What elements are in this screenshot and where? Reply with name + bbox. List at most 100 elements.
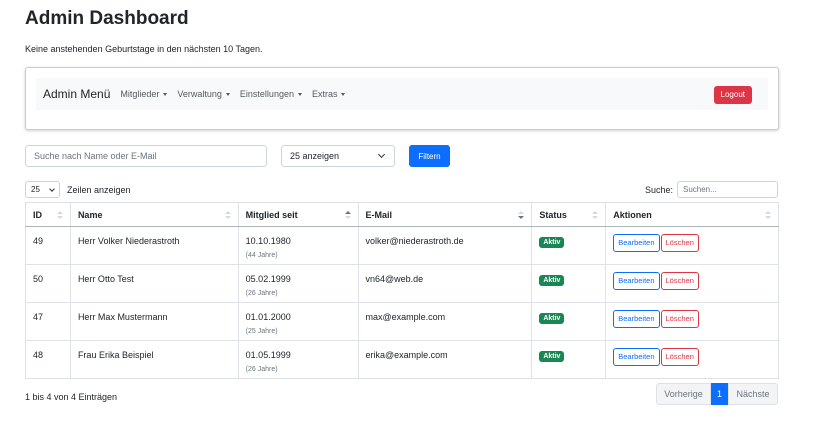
- cell-member-since: 10.10.1980 (44 Jahre): [238, 226, 359, 265]
- status-badge: Aktiv: [539, 351, 565, 362]
- column-header-actions[interactable]: Aktionen: [605, 202, 779, 227]
- cell-status: Aktiv: [531, 264, 607, 303]
- sort-descending-icon: [518, 211, 525, 220]
- table-length-value: 25: [31, 185, 40, 194]
- column-header-label: Name: [77, 209, 103, 220]
- delete-button[interactable]: Löschen: [660, 272, 699, 290]
- nav-dropdown-label: Mitglieder: [120, 89, 160, 99]
- birthday-notice: Keine anstehenden Geburtstage in den näc…: [25, 44, 263, 54]
- table-row: 50 Herr Otto Test 05.02.1999 (26 Jahre) v…: [25, 264, 779, 303]
- status-badge: Aktiv: [539, 313, 565, 324]
- cell-member-since: 01.01.2000 (25 Jahre): [238, 302, 359, 341]
- filter-button[interactable]: Filtern: [409, 145, 450, 167]
- pagination-next[interactable]: Nächste: [728, 383, 778, 405]
- cell-status: Aktiv: [531, 226, 607, 265]
- per-page-value: 25 anzeigen: [290, 151, 340, 161]
- cell-id: 48: [25, 340, 71, 379]
- page-title: Admin Dashboard: [25, 8, 189, 29]
- sort-icon: [224, 211, 231, 220]
- cell-id: 47: [25, 302, 71, 341]
- table-search-input[interactable]: [677, 181, 778, 198]
- cell-actions: Bearbeiten Löschen: [605, 226, 779, 265]
- chevron-down-icon: [377, 150, 386, 159]
- caret-down-icon: [297, 92, 302, 96]
- members-table: ID Name Mitglied seit E-Mail Status Akti…: [25, 202, 779, 379]
- cell-id: 49: [25, 226, 71, 265]
- table-row: 48 Frau Erika Beispiel 01.05.1999 (26 Jah…: [25, 340, 779, 379]
- status-badge: Aktiv: [539, 275, 565, 286]
- cell-name: Herr Otto Test: [70, 264, 239, 303]
- cell-actions: Bearbeiten Löschen: [605, 340, 779, 379]
- nav-dropdown-label: Extras: [311, 89, 338, 99]
- cell-actions: Bearbeiten Löschen: [605, 302, 779, 341]
- delete-button[interactable]: Löschen: [660, 310, 699, 328]
- table-header-row: ID Name Mitglied seit E-Mail Status Akti…: [25, 202, 779, 227]
- cell-name: Frau Erika Beispiel: [70, 340, 239, 379]
- cell-status: Aktiv: [531, 340, 607, 379]
- table-row: 49 Herr Volker Niederastroth 10.10.1980 (…: [25, 226, 779, 265]
- nav-dropdown-einstellungen[interactable]: Einstellungen: [240, 89, 302, 99]
- column-header-member-since[interactable]: Mitglied seit: [238, 202, 359, 227]
- column-header-label: Status: [539, 209, 567, 220]
- pagination-page-1[interactable]: 1: [711, 383, 728, 405]
- table-length-select[interactable]: 25: [25, 181, 60, 198]
- cell-email: max@example.com: [358, 302, 533, 341]
- nav-dropdown-label: Einstellungen: [239, 89, 294, 99]
- column-header-email[interactable]: E-Mail: [358, 202, 533, 227]
- status-badge: Aktiv: [539, 237, 565, 248]
- column-header-label: Mitglied seit: [245, 209, 298, 220]
- admin-navbar: Admin Menü Mitglieder Verwaltung Einstel…: [36, 78, 768, 110]
- edit-button[interactable]: Bearbeiten: [613, 234, 660, 252]
- sort-icon: [592, 211, 599, 220]
- table-length-control: 25 Zeilen anzeigen: [25, 181, 131, 198]
- per-page-select[interactable]: 25 anzeigen: [281, 145, 395, 167]
- cell-name: Herr Volker Niederastroth: [70, 226, 239, 265]
- caret-down-icon: [163, 92, 168, 96]
- caret-down-icon: [341, 92, 346, 96]
- pagination-previous[interactable]: Vorherige: [656, 383, 711, 405]
- edit-button[interactable]: Bearbeiten: [613, 310, 660, 328]
- cell-member-since: 05.02.1999 (26 Jahre): [238, 264, 359, 303]
- caret-down-icon: [225, 92, 230, 96]
- cell-status: Aktiv: [531, 302, 607, 341]
- nav-dropdown-extras[interactable]: Extras: [312, 89, 346, 99]
- table-length-label: Zeilen anzeigen: [67, 184, 131, 195]
- cell-email: volker@niederastroth.de: [358, 226, 533, 265]
- column-header-name[interactable]: Name: [70, 202, 239, 227]
- pagination: Vorherige 1 Nächste: [656, 383, 778, 405]
- column-header-id[interactable]: ID: [25, 202, 71, 227]
- nav-dropdown-verwaltung[interactable]: Verwaltung: [177, 89, 230, 99]
- table-search-label: Suche:: [644, 184, 673, 195]
- column-header-label: E-Mail: [365, 209, 393, 220]
- table-row: 47 Herr Max Mustermann 01.01.2000 (25 Jah…: [25, 302, 779, 341]
- delete-button[interactable]: Löschen: [660, 234, 699, 252]
- cell-name: Herr Max Mustermann: [70, 302, 239, 341]
- column-header-label: Aktionen: [613, 209, 652, 220]
- member-since-date: 01.05.1999: [245, 350, 291, 360]
- edit-button[interactable]: Bearbeiten: [613, 272, 660, 290]
- delete-button[interactable]: Löschen: [660, 348, 699, 366]
- table-search-control: Suche:: [645, 181, 778, 198]
- member-search-input[interactable]: [25, 145, 267, 167]
- sort-ascending-icon: [344, 211, 351, 220]
- sort-icon: [56, 211, 63, 220]
- cell-actions: Bearbeiten Löschen: [605, 264, 779, 303]
- member-since-date: 05.02.1999: [245, 274, 291, 284]
- member-years: (44 Jahre): [245, 252, 278, 259]
- table-info: 1 bis 4 von 4 Einträgen: [25, 392, 118, 402]
- nav-dropdown-mitglieder[interactable]: Mitglieder: [120, 89, 168, 99]
- member-since-date: 01.01.2000: [245, 312, 291, 322]
- cell-email: vn64@web.de: [358, 264, 533, 303]
- nav-dropdown-label: Verwaltung: [177, 89, 222, 99]
- edit-button[interactable]: Bearbeiten: [613, 348, 660, 366]
- member-years: (26 Jahre): [245, 290, 278, 297]
- column-header-status[interactable]: Status: [531, 202, 607, 227]
- column-header-label: ID: [33, 209, 42, 220]
- cell-id: 50: [25, 264, 71, 303]
- cell-member-since: 01.05.1999 (26 Jahre): [238, 340, 359, 379]
- navbar-brand[interactable]: Admin Menü: [43, 87, 110, 101]
- chevron-down-icon: [49, 185, 55, 192]
- logout-button[interactable]: Logout: [713, 86, 752, 104]
- admin-menu-card: Admin Menü Mitglieder Verwaltung Einstel…: [25, 67, 779, 130]
- member-since-date: 10.10.1980: [245, 236, 291, 246]
